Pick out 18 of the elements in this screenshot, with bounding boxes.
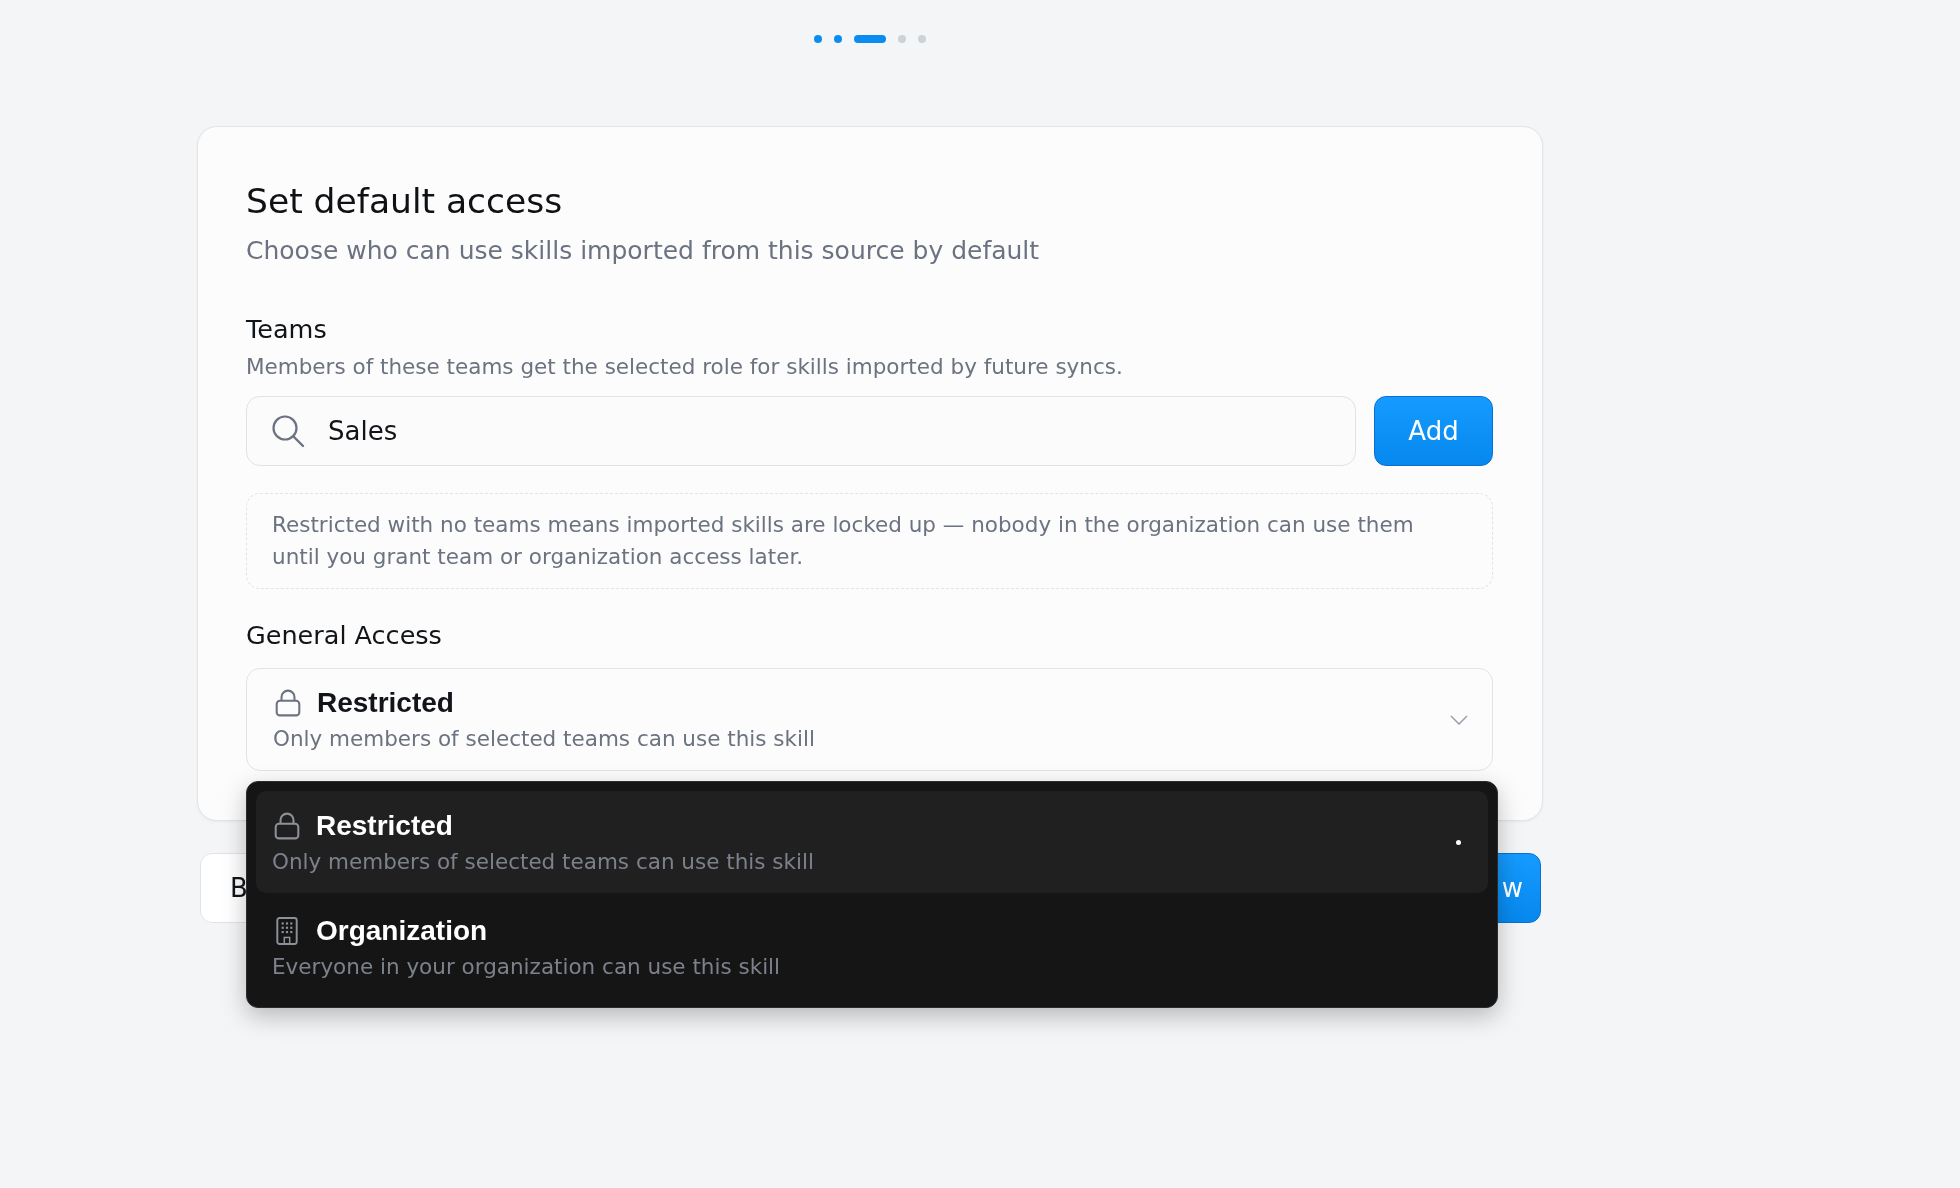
section-label: Teams	[246, 313, 328, 346]
step-dot-icon	[898, 35, 906, 43]
chevron-down-icon	[1450, 714, 1468, 725]
search-icon	[271, 414, 305, 448]
lock-icon	[275, 689, 301, 717]
step-dot-icon	[834, 35, 842, 43]
lock-icon	[274, 812, 300, 840]
card-subtitle: Choose who can use skills imported from this source by default	[246, 235, 1041, 267]
search-field[interactable]: Sales	[246, 396, 1356, 466]
access-select[interactable]: Restricted Only members of selected teams can use this skill	[246, 668, 1493, 771]
step-dot-icon	[814, 35, 822, 43]
info-note: Restricted with no teams means imported skills are locked up — nobody in the organization can use them until you grant team or organization access later.	[246, 493, 1493, 589]
section-description: Members of these teams get the selected role for skills imported by future syncs.	[246, 353, 1124, 381]
dropdown-option[interactable]: Restricted Only members of selected teams can use this skill	[256, 791, 1488, 893]
step-dot-icon	[918, 35, 926, 43]
section-label: General Access	[246, 619, 443, 652]
building-icon	[276, 917, 298, 945]
card-title: Set default access	[246, 181, 564, 222]
